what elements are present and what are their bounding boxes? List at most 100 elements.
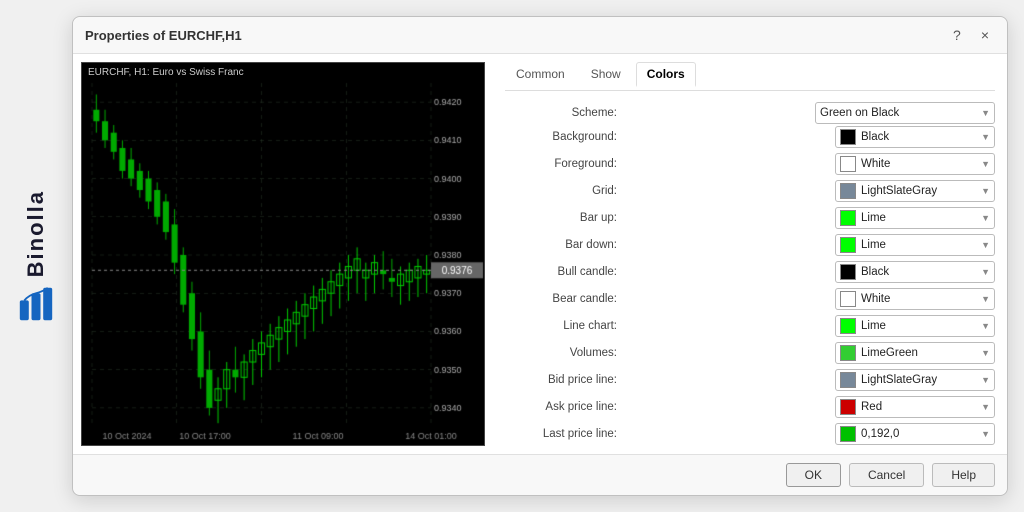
color-rows: Background:Black▼Foreground:White▼Grid:L… bbox=[505, 125, 995, 446]
color-row: Bull candle: Black ▼ bbox=[505, 260, 995, 284]
dropdown-arrow-icon: ▼ bbox=[981, 348, 990, 358]
color-row-label: Bull candle: bbox=[505, 266, 625, 278]
color-swatch bbox=[840, 156, 856, 172]
dropdown-arrow-icon: ▼ bbox=[981, 429, 990, 439]
help-footer-button[interactable]: Help bbox=[932, 463, 995, 487]
color-row-label: Volumes: bbox=[505, 347, 625, 359]
color-row-select[interactable]: LimeGreen ▼ bbox=[835, 342, 995, 364]
scheme-value: Green on Black bbox=[820, 107, 977, 119]
color-swatch bbox=[840, 345, 856, 361]
color-swatch bbox=[840, 399, 856, 415]
brand-logo-icon bbox=[18, 286, 54, 322]
color-row-select[interactable]: Black ▼ bbox=[835, 261, 995, 283]
color-row-label: Bid price line: bbox=[505, 374, 625, 386]
color-row-select[interactable]: LightSlateGray ▼ bbox=[835, 369, 995, 391]
color-row: Bar up: Lime ▼ bbox=[505, 206, 995, 230]
color-row-label: Bear candle: bbox=[505, 293, 625, 305]
color-row-label: Ask price line: bbox=[505, 401, 625, 413]
dropdown-arrow-icon: ▼ bbox=[981, 132, 990, 142]
scheme-dropdown-arrow: ▼ bbox=[981, 108, 990, 118]
sidebar: Binolla bbox=[0, 0, 72, 512]
color-row-select[interactable]: Red ▼ bbox=[835, 396, 995, 418]
color-name: Lime bbox=[861, 239, 977, 251]
color-row-label: Line chart: bbox=[505, 320, 625, 332]
color-row-select[interactable]: LightSlateGray ▼ bbox=[835, 180, 995, 202]
dropdown-arrow-icon: ▼ bbox=[981, 267, 990, 277]
properties-dialog: Properties of EURCHF,H1 ? × EURCHF, H1: … bbox=[72, 16, 1008, 496]
color-name: 0,192,0 bbox=[861, 428, 977, 440]
ok-button[interactable]: OK bbox=[786, 463, 841, 487]
help-button[interactable]: ? bbox=[947, 25, 967, 45]
chart-panel: EURCHF, H1: Euro vs Swiss Franc bbox=[73, 54, 493, 454]
color-row-label: Last price line: bbox=[505, 428, 625, 440]
tab-show[interactable]: Show bbox=[580, 62, 632, 86]
color-swatch bbox=[840, 318, 856, 334]
color-swatch bbox=[840, 264, 856, 280]
color-row: Volumes: LimeGreen ▼ bbox=[505, 341, 995, 365]
color-name: Black bbox=[861, 266, 977, 278]
chart-container: EURCHF, H1: Euro vs Swiss Franc bbox=[81, 62, 485, 446]
color-row: Last price line: 0,192,0 ▼ bbox=[505, 422, 995, 446]
color-row-select[interactable]: 0,192,0 ▼ bbox=[835, 423, 995, 445]
color-row-select[interactable]: White ▼ bbox=[835, 153, 995, 175]
color-name: LightSlateGray bbox=[861, 185, 977, 197]
color-row-select[interactable]: Black ▼ bbox=[835, 126, 995, 148]
color-name: LightSlateGray bbox=[861, 374, 977, 386]
dropdown-arrow-icon: ▼ bbox=[981, 240, 990, 250]
brand: Binolla bbox=[18, 190, 54, 321]
scheme-row: Scheme: Green on Black ▼ bbox=[505, 101, 995, 125]
color-row: Grid: LightSlateGray ▼ bbox=[505, 179, 995, 203]
color-row-label: Bar down: bbox=[505, 239, 625, 251]
color-row: Bar down: Lime ▼ bbox=[505, 233, 995, 257]
color-name: Red bbox=[861, 401, 977, 413]
color-row: Bid price line: LightSlateGray ▼ bbox=[505, 368, 995, 392]
settings-panel: Common Show Colors Scheme: Green on Blac… bbox=[493, 54, 1007, 454]
color-row-select[interactable]: Lime▼ bbox=[835, 315, 995, 337]
dropdown-arrow-icon: ▼ bbox=[981, 213, 990, 223]
scheme-select[interactable]: Green on Black ▼ bbox=[815, 102, 995, 124]
tab-colors[interactable]: Colors bbox=[636, 62, 696, 87]
color-row: Bear candle: White ▼ bbox=[505, 287, 995, 311]
color-row-label: Bar up: bbox=[505, 212, 625, 224]
dialog-controls: ? × bbox=[947, 25, 995, 45]
color-row-select[interactable]: White ▼ bbox=[835, 288, 995, 310]
color-name: Lime bbox=[861, 212, 977, 224]
color-swatch bbox=[840, 183, 856, 199]
dialog-title: Properties of EURCHF,H1 bbox=[85, 28, 242, 43]
dropdown-arrow-icon: ▼ bbox=[981, 375, 990, 385]
dialog-content: EURCHF, H1: Euro vs Swiss Franc Common S… bbox=[73, 54, 1007, 454]
color-name: White bbox=[861, 293, 977, 305]
brand-text: Binolla bbox=[23, 190, 49, 277]
dropdown-arrow-icon: ▼ bbox=[981, 159, 990, 169]
dialog-footer: OK Cancel Help bbox=[73, 454, 1007, 495]
color-row: Foreground:White▼ bbox=[505, 152, 995, 176]
dropdown-arrow-icon: ▼ bbox=[981, 402, 990, 412]
color-swatch bbox=[840, 210, 856, 226]
color-row-select[interactable]: Lime ▼ bbox=[835, 207, 995, 229]
dropdown-arrow-icon: ▼ bbox=[981, 321, 990, 331]
color-name: LimeGreen bbox=[861, 347, 977, 359]
color-row-label: Background: bbox=[505, 131, 625, 143]
color-swatch bbox=[840, 291, 856, 307]
color-swatch bbox=[840, 129, 856, 145]
color-row-label: Grid: bbox=[505, 185, 625, 197]
color-row-select[interactable]: Lime ▼ bbox=[835, 234, 995, 256]
color-swatch bbox=[840, 372, 856, 388]
scheme-label: Scheme: bbox=[505, 107, 625, 119]
chart-title: EURCHF, H1: Euro vs Swiss Franc bbox=[82, 63, 250, 82]
color-row: Ask price line: Red ▼ bbox=[505, 395, 995, 419]
color-name: White bbox=[861, 158, 977, 170]
color-name: Black bbox=[861, 131, 977, 143]
color-row: Background: Black ▼ bbox=[505, 125, 995, 149]
color-swatch bbox=[840, 237, 856, 253]
tabs: Common Show Colors bbox=[505, 62, 995, 91]
color-swatch bbox=[840, 426, 856, 442]
tab-common[interactable]: Common bbox=[505, 62, 576, 86]
color-row: Line chart: Lime▼ bbox=[505, 314, 995, 338]
dropdown-arrow-icon: ▼ bbox=[981, 186, 990, 196]
chart-canvas bbox=[82, 63, 485, 446]
cancel-button[interactable]: Cancel bbox=[849, 463, 924, 487]
dropdown-arrow-icon: ▼ bbox=[981, 294, 990, 304]
dialog-titlebar: Properties of EURCHF,H1 ? × bbox=[73, 17, 1007, 54]
close-button[interactable]: × bbox=[975, 25, 995, 45]
